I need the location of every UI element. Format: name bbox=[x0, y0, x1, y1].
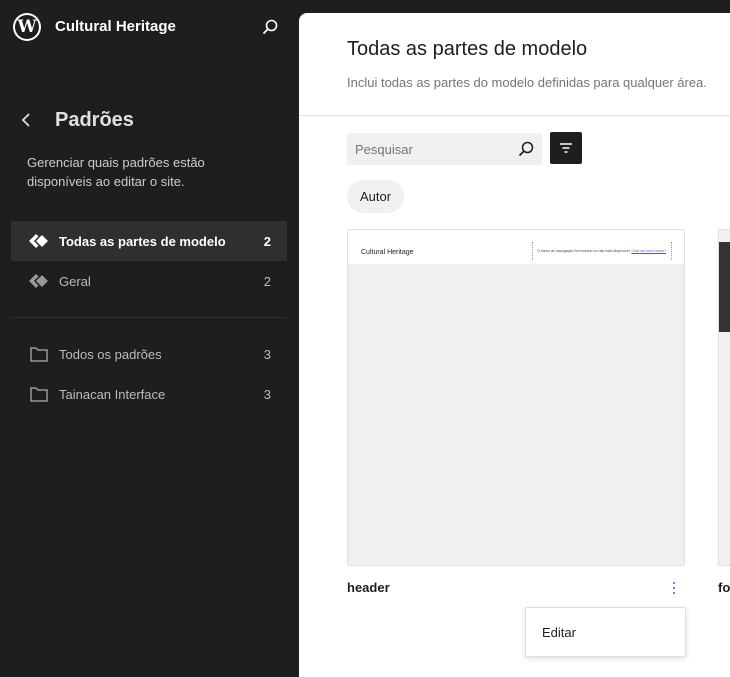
filter-icon bbox=[560, 143, 572, 153]
sidebar-item-count: 2 bbox=[263, 273, 271, 289]
folder-icon bbox=[29, 344, 49, 364]
edit-menu-item[interactable]: Editar bbox=[542, 625, 576, 640]
preview-navigation-notice: O menu de navegação foi excluído ou não … bbox=[532, 242, 672, 260]
chevron-left-icon[interactable] bbox=[18, 111, 36, 129]
sidebar-item-label: Tainacan Interface bbox=[59, 386, 166, 402]
author-filter-chip[interactable]: Autor bbox=[347, 180, 405, 213]
search-input[interactable] bbox=[347, 133, 513, 165]
sidebar-item-all-patterns[interactable]: Todos os padrões 3 bbox=[11, 334, 287, 374]
symbol-icon bbox=[29, 271, 49, 291]
sidebar-description: Gerenciar quais padrões estão disponívei… bbox=[27, 155, 205, 189]
pattern-card-preview[interactable]: Cultural Heritage O menu de navegação fo… bbox=[347, 229, 685, 566]
pattern-card-preview[interactable] bbox=[718, 229, 730, 566]
more-options-icon[interactable] bbox=[666, 578, 682, 598]
sidebar-section-title: Padrões bbox=[55, 109, 134, 131]
filter-button[interactable] bbox=[550, 132, 582, 164]
main-content: Todas as partes de modelo Inclui todas a… bbox=[299, 13, 730, 677]
pattern-card-title[interactable]: fo bbox=[718, 580, 730, 595]
sidebar-item-label: Todos os padrões bbox=[59, 346, 162, 362]
actions-dropdown-menu: Editar bbox=[525, 607, 686, 657]
preview-header: Cultural Heritage O menu de navegação fo… bbox=[348, 230, 684, 264]
sidebar-item-count: 3 bbox=[263, 346, 271, 362]
wordpress-logo-icon[interactable]: W bbox=[13, 13, 41, 41]
sidebar: W Cultural Heritage Padrões Gerenciar qu… bbox=[0, 0, 299, 677]
search-icon[interactable] bbox=[260, 17, 280, 37]
folder-icon bbox=[29, 384, 49, 404]
sidebar-item-label: Todas as partes de modelo bbox=[59, 233, 226, 249]
sidebar-item-count: 3 bbox=[263, 386, 271, 402]
header-divider bbox=[299, 115, 730, 116]
sidebar-item-tainacan-interface[interactable]: Tainacan Interface 3 bbox=[11, 374, 287, 414]
sidebar-item-general[interactable]: Geral 2 bbox=[11, 261, 287, 301]
symbol-icon bbox=[29, 231, 49, 251]
search-field bbox=[347, 133, 542, 165]
page-title: Todas as partes de modelo bbox=[347, 38, 588, 60]
search-icon bbox=[518, 141, 534, 157]
sidebar-divider bbox=[11, 317, 287, 318]
sidebar-item-label: Geral bbox=[59, 273, 91, 289]
site-title[interactable]: Cultural Heritage bbox=[55, 18, 176, 35]
preview-note-link: Criar um novo menu? bbox=[631, 249, 667, 253]
pattern-card-title[interactable]: header bbox=[347, 580, 390, 595]
preview-site-title: Cultural Heritage bbox=[361, 249, 414, 256]
preview-note-text: O menu de navegação foi excluído ou não … bbox=[537, 249, 631, 253]
sidebar-item-count: 2 bbox=[263, 233, 271, 249]
sidebar-item-all-template-parts[interactable]: Todas as partes de modelo 2 bbox=[11, 221, 287, 261]
page-description: Inclui todas as partes do modelo definid… bbox=[347, 75, 707, 90]
